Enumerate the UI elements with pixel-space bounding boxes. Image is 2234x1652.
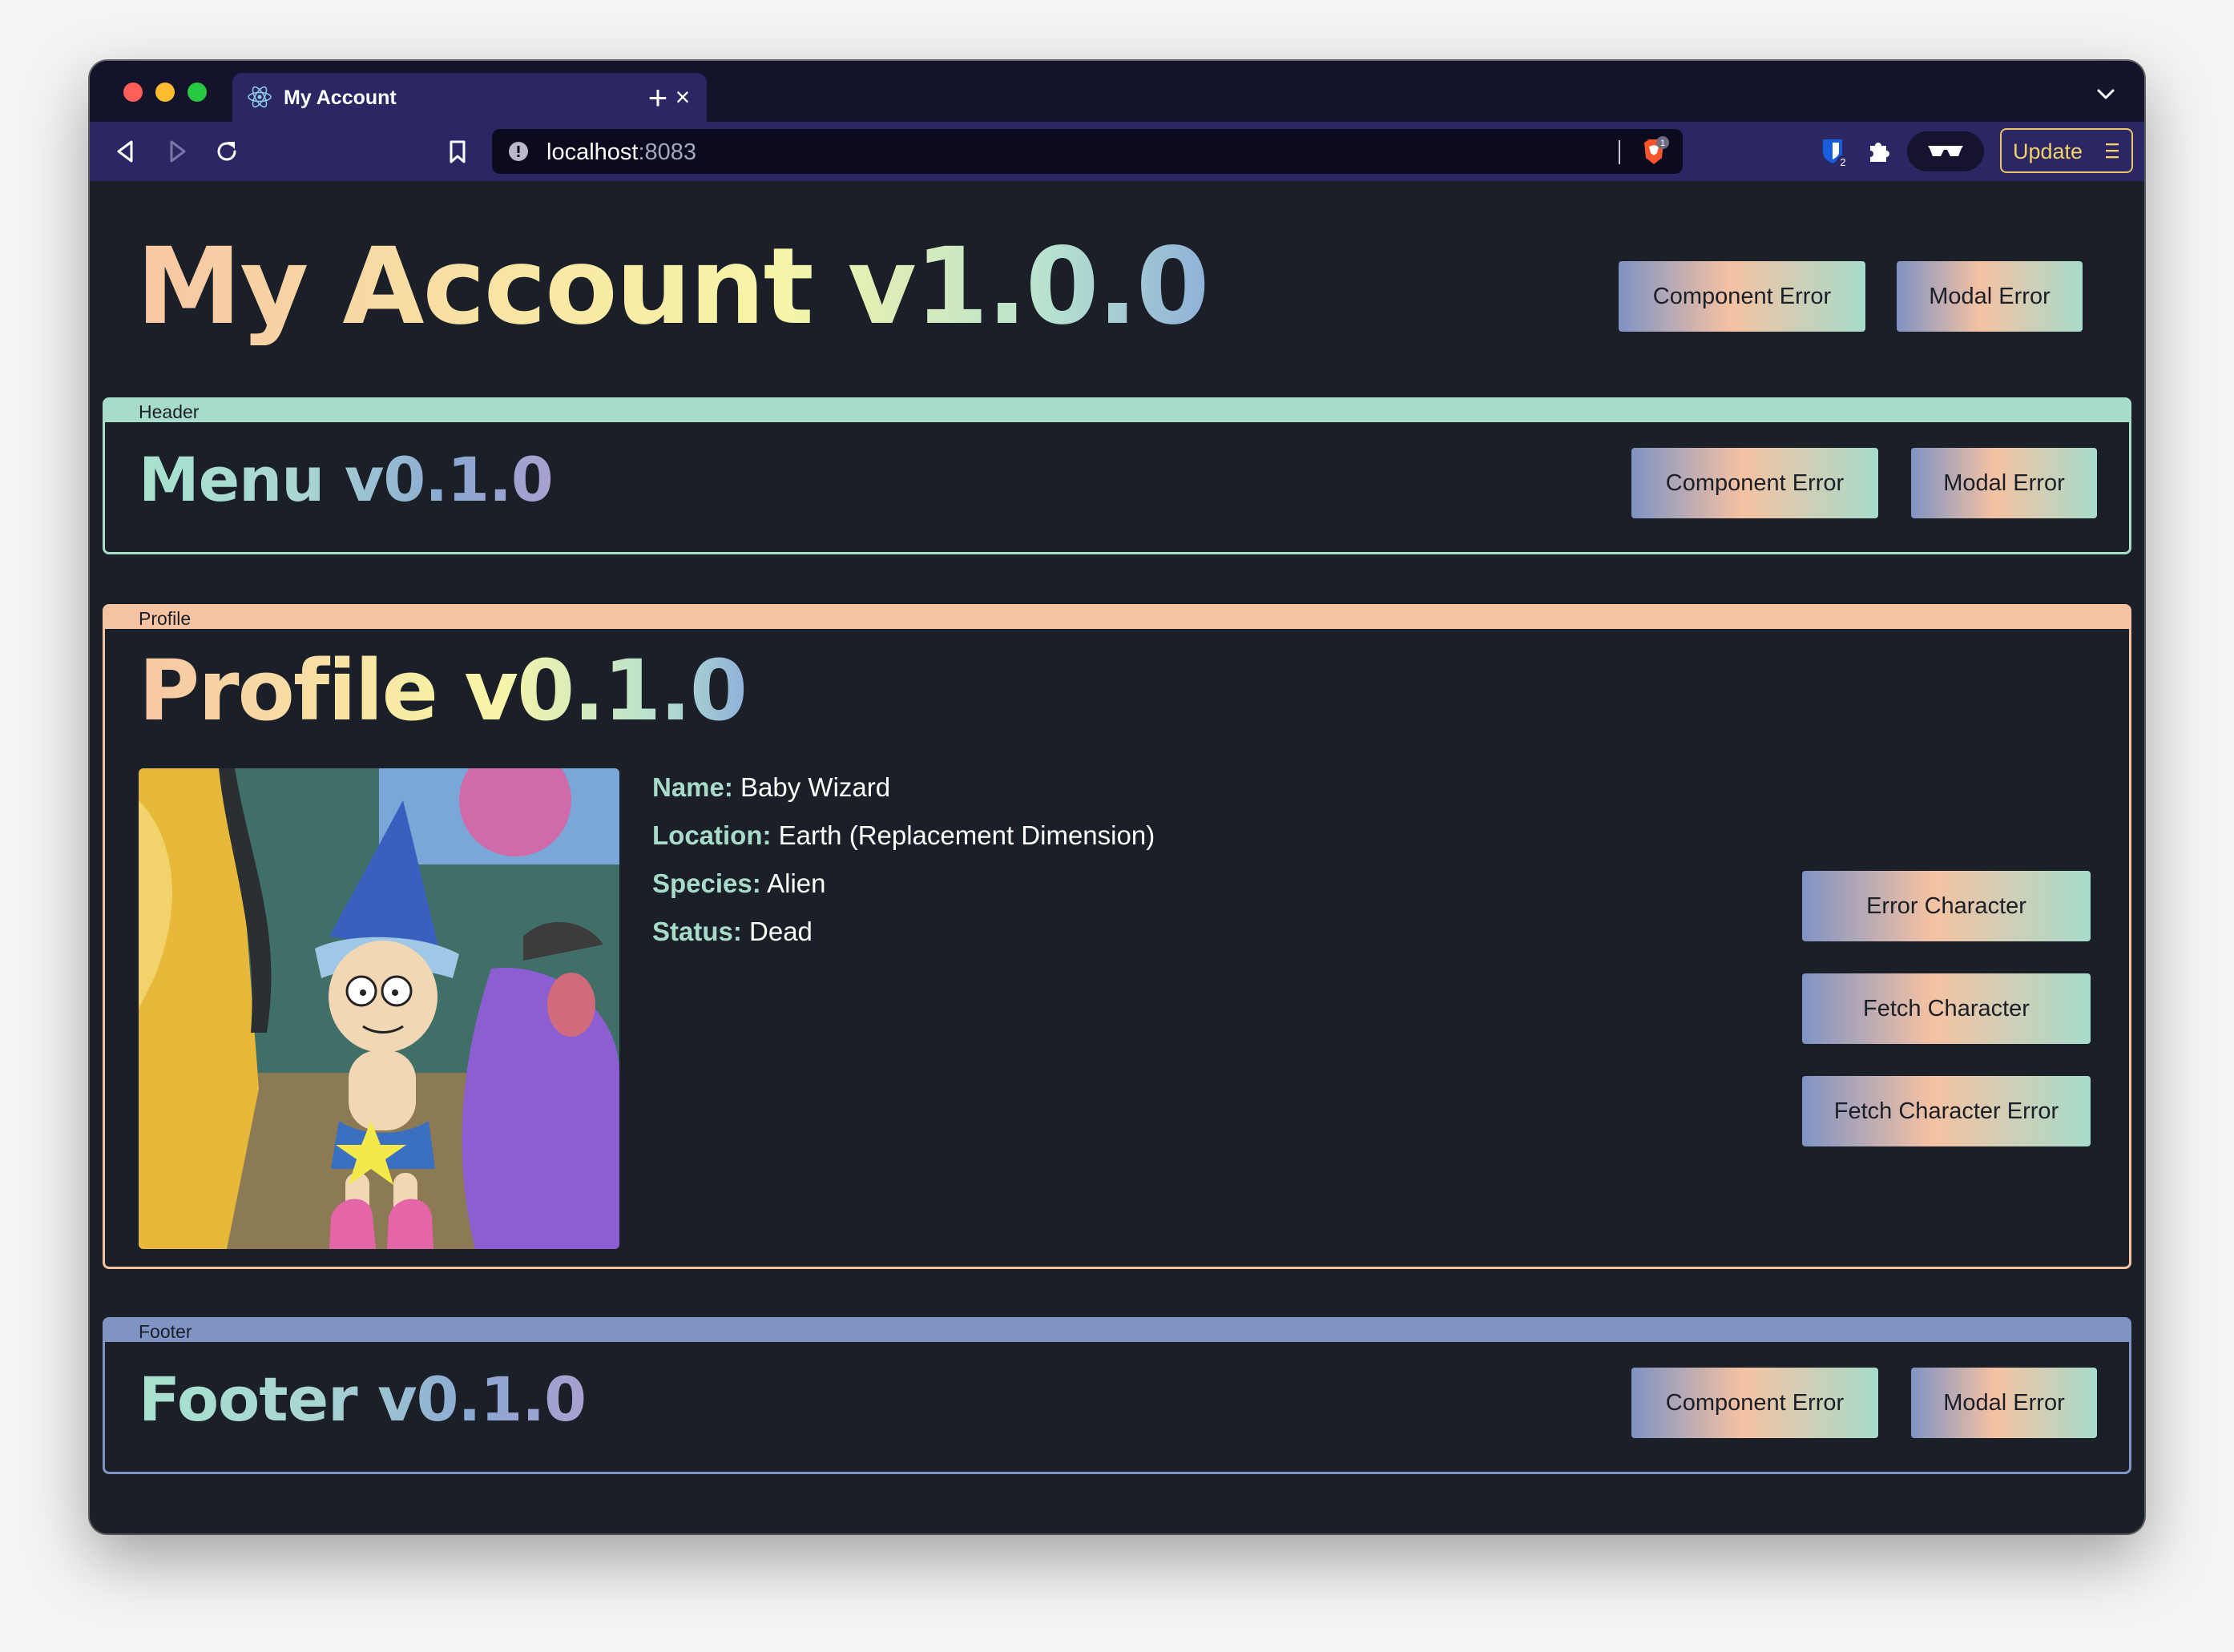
header-modal-error-button[interactable]: Modal Error — [1911, 448, 2097, 518]
footer-section-label: Footer — [105, 1320, 2129, 1342]
info-row-location: Location: Earth (Replacement Dimension) — [652, 812, 1155, 860]
brave-shield-icon[interactable]: 1 — [1638, 135, 1670, 167]
character-info: Name: Baby Wizard Location: Earth (Repla… — [652, 764, 1155, 956]
location-key: Location: — [652, 820, 772, 850]
footer-title: Footer v0.1.0 — [139, 1364, 587, 1435]
header-section-label: Header — [105, 400, 2129, 422]
zoom-window-button[interactable] — [188, 83, 207, 102]
info-row-species: Species: Alien — [652, 860, 1155, 908]
footer-modal-error-button[interactable]: Modal Error — [1911, 1368, 2097, 1438]
profile-title: Profile v0.1.0 — [139, 642, 748, 739]
profile-section-label: Profile — [105, 606, 2129, 629]
forward-arrow-icon[interactable] — [160, 135, 194, 168]
fetch-character-button[interactable]: Fetch Character — [1802, 973, 2091, 1044]
character-portrait-illustration — [139, 768, 619, 1249]
name-key: Name: — [652, 772, 733, 802]
app-title: My Account v1.0.0 — [136, 225, 1210, 349]
footer-component-error-button[interactable]: Component Error — [1631, 1368, 1878, 1438]
react-icon — [248, 86, 272, 108]
brave-badge: 1 — [1660, 139, 1665, 148]
app-modal-error-button[interactable]: Modal Error — [1897, 261, 2083, 332]
error-character-button[interactable]: Error Character — [1802, 871, 2091, 941]
bitwarden-badge: 2 — [1840, 156, 1845, 168]
fetch-character-error-button[interactable]: Fetch Character Error — [1802, 1076, 2091, 1146]
puzzle-icon[interactable] — [1861, 133, 1897, 170]
close-window-button[interactable] — [123, 83, 143, 102]
character-portrait — [139, 768, 619, 1249]
header-section: Header Menu v0.1.0 Component Error Modal… — [103, 397, 2131, 554]
minimize-window-button[interactable] — [155, 83, 175, 102]
site-info-icon[interactable] — [508, 141, 529, 162]
status-key: Status: — [652, 917, 742, 946]
app-component-error-button[interactable]: Component Error — [1619, 261, 1865, 332]
reload-icon[interactable] — [210, 135, 244, 168]
url-port: :8083 — [638, 139, 697, 165]
info-row-status: Status: Dead — [652, 908, 1155, 956]
new-tab-button[interactable]: + — [631, 79, 684, 117]
info-row-name: Name: Baby Wizard — [652, 764, 1155, 812]
url-host: localhost — [546, 139, 639, 165]
reader-mode-button[interactable] — [1907, 131, 1984, 171]
location-value: Earth (Replacement Dimension) — [778, 820, 1155, 850]
update-label: Update — [2013, 139, 2083, 163]
browser-window: My Account × + localhost:8083 1 2 Update… — [90, 61, 2144, 1533]
url-text[interactable]: localhost:8083 — [546, 139, 696, 166]
profile-section: Profile Profile v0.1.0 Name: Baby Wizard… — [103, 604, 2131, 1269]
footer-section: Footer Footer v0.1.0 Component Error Mod… — [103, 1317, 2131, 1474]
tab-bar: My Account × + — [90, 61, 2144, 122]
back-arrow-icon[interactable] — [109, 135, 143, 168]
glasses-icon — [1928, 146, 1963, 156]
bookmark-icon[interactable] — [441, 135, 474, 168]
update-button[interactable]: Update — [2000, 128, 2133, 173]
page-content: My Account v1.0.0 Component Error Modal … — [90, 181, 2144, 1533]
status-value: Dead — [749, 917, 813, 946]
chevron-down-icon[interactable] — [2091, 80, 2120, 109]
hamburger-menu-icon — [2106, 143, 2119, 159]
header-component-error-button[interactable]: Component Error — [1631, 448, 1878, 518]
tab-title: My Account — [284, 87, 397, 109]
species-value: Alien — [767, 868, 826, 898]
address-bar[interactable]: localhost:8083 1 — [492, 129, 1683, 174]
browser-toolbar: localhost:8083 1 2 Update — [90, 122, 2144, 181]
species-key: Species: — [652, 868, 761, 898]
bitwarden-icon[interactable]: 2 — [1816, 133, 1853, 170]
address-bar-divider — [1619, 140, 1620, 164]
name-value: Baby Wizard — [740, 772, 891, 802]
menu-title: Menu v0.1.0 — [139, 444, 554, 515]
